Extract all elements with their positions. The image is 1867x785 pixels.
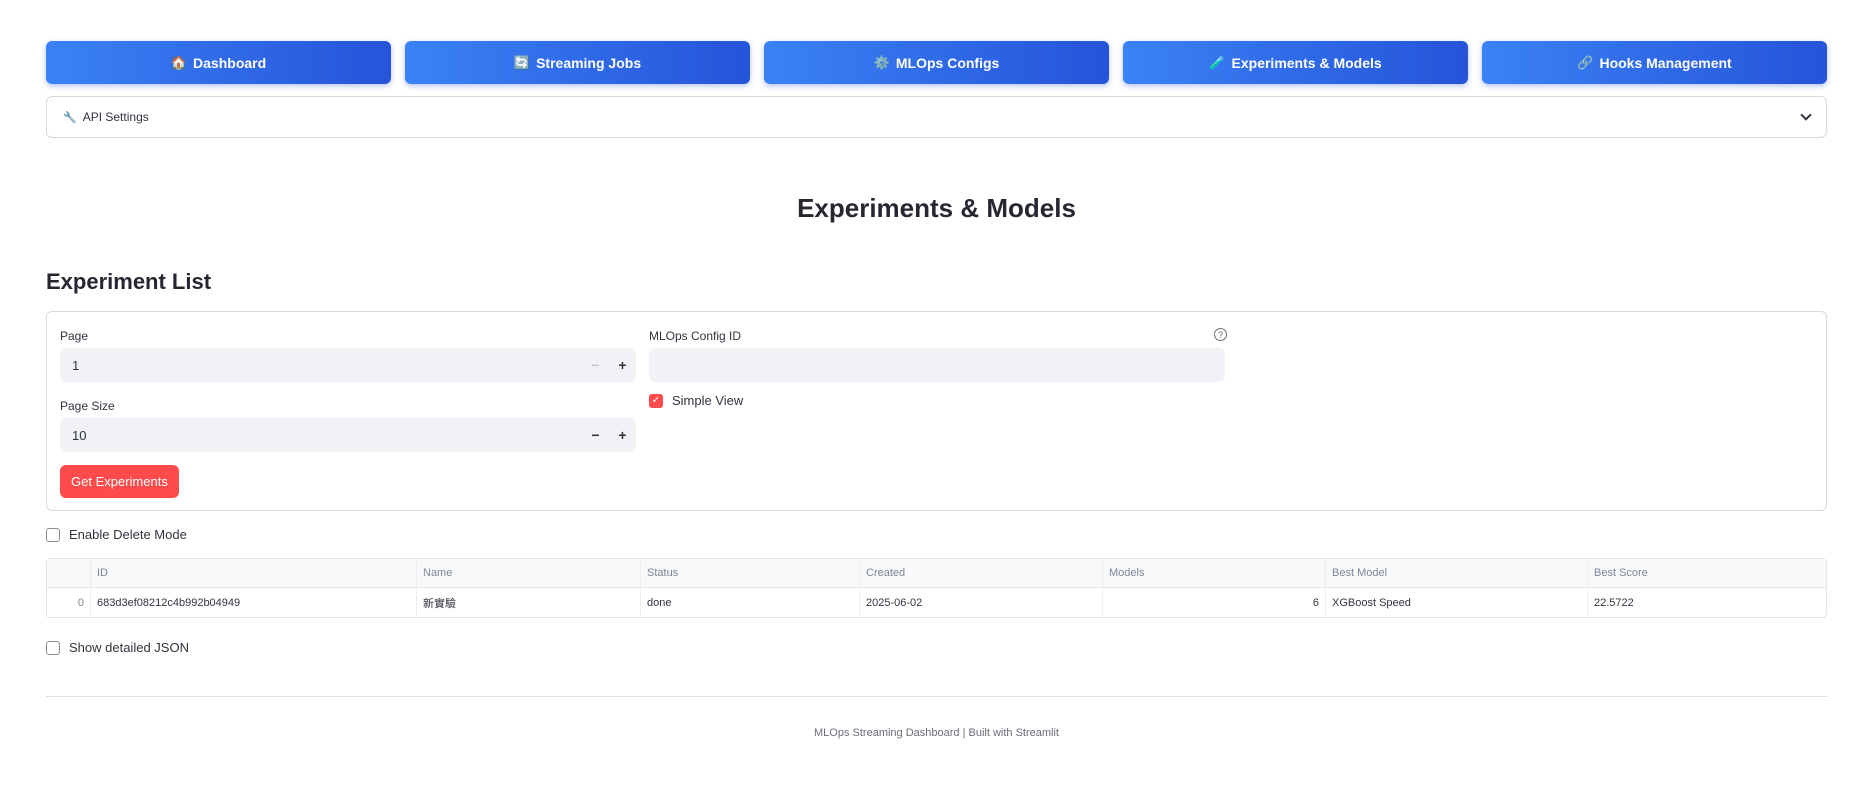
show-json-checkbox[interactable]: Show detailed JSON xyxy=(46,640,189,655)
delete-mode-label: Enable Delete Mode xyxy=(69,527,187,542)
page-size-decrement-button[interactable]: − xyxy=(582,418,609,452)
simple-view-label: Simple View xyxy=(672,393,744,408)
cell-models[interactable]: 6 xyxy=(1103,588,1326,617)
nav-experiments-models-button[interactable]: 🧪 Experiments & Models xyxy=(1123,41,1468,84)
link-icon: 🔗 xyxy=(1577,54,1594,70)
row-index: 0 xyxy=(47,588,91,617)
cell-best-model[interactable]: XGBoost Speed xyxy=(1326,588,1588,617)
cell-created[interactable]: 2025-06-02 xyxy=(860,588,1103,617)
column-header[interactable]: Best Score xyxy=(1588,559,1826,588)
nav-label: MLOps Configs xyxy=(895,54,1000,71)
column-header[interactable]: Status xyxy=(641,558,860,588)
page-size-label: Page Size xyxy=(60,399,115,413)
column-header[interactable]: Models xyxy=(1103,558,1326,588)
column-header[interactable]: Created xyxy=(860,558,1103,588)
cell-best-score[interactable]: 22.5722 xyxy=(1588,588,1826,617)
config-id-input[interactable] xyxy=(649,348,1225,382)
cell-status[interactable]: done xyxy=(641,588,860,617)
nav-hooks-management-button[interactable]: 🔗 Hooks Management xyxy=(1482,41,1827,84)
test-tube-icon: 🧪 xyxy=(1209,54,1226,70)
api-settings-label: API Settings xyxy=(82,110,149,124)
page-increment-button[interactable]: + xyxy=(609,348,636,382)
section-title: Experiment List xyxy=(46,269,212,294)
page-size-input[interactable]: 10 − + xyxy=(60,418,636,452)
cell-name[interactable]: 新實驗 xyxy=(417,588,641,617)
footer-text: MLOps Streaming Dashboard | Built with S… xyxy=(814,727,1059,739)
experiments-table: ID Name Status Created Models Best Model… xyxy=(46,558,1827,618)
page-decrement-button[interactable]: − xyxy=(582,348,609,382)
help-icon[interactable]: ? xyxy=(1214,328,1227,341)
refresh-icon: 🔄 xyxy=(513,54,531,70)
nav-dashboard-button[interactable]: 🏠 Dashboard xyxy=(46,41,391,84)
gear-icon: ⚙️ xyxy=(873,54,890,70)
column-header[interactable] xyxy=(47,558,91,588)
simple-view-checkbox[interactable]: ✓ Simple View xyxy=(649,393,743,408)
page-size-increment-button[interactable]: + xyxy=(609,418,636,452)
column-header[interactable]: Best Model xyxy=(1326,558,1588,588)
top-nav: 🏠 Dashboard 🔄 Streaming Jobs ⚙️ MLOps Co… xyxy=(46,41,1827,84)
api-settings-expander[interactable]: 🔧 API Settings xyxy=(46,96,1827,138)
delete-mode-checkbox[interactable]: Enable Delete Mode xyxy=(46,527,187,542)
column-header[interactable]: ID xyxy=(91,558,417,588)
cell-id[interactable]: 683d3ef08212c4b992b04949 xyxy=(91,588,417,617)
checkbox-box xyxy=(46,527,60,542)
nav-streaming-jobs-button[interactable]: 🔄 Streaming Jobs xyxy=(405,41,750,84)
page-size-value: 10 xyxy=(72,427,87,443)
nav-label: Hooks Management xyxy=(1599,54,1732,71)
config-id-label: MLOps Config ID xyxy=(649,329,742,343)
nav-label: Dashboard xyxy=(193,54,267,71)
divider xyxy=(46,696,1827,697)
table-row[interactable]: 0 683d3ef08212c4b992b04949 新實驗 done 2025… xyxy=(47,588,1826,617)
nav-label: Streaming Jobs xyxy=(536,54,642,71)
page-value: 1 xyxy=(72,357,80,373)
get-experiments-button[interactable]: Get Experiments xyxy=(60,465,179,498)
nav-mlops-configs-button[interactable]: ⚙️ MLOps Configs xyxy=(764,41,1109,84)
show-json-label: Show detailed JSON xyxy=(69,640,189,655)
nav-label: Experiments & Models xyxy=(1231,54,1382,71)
table-header: ID Name Status Created Models Best Model… xyxy=(47,558,1826,588)
wrench-icon: 🔧 xyxy=(63,111,77,124)
column-header[interactable]: Name xyxy=(417,558,641,588)
checkmark-icon: ✓ xyxy=(649,393,663,408)
experiment-filter-form: Page 1 − + Page Size 10 − + MLOps Config… xyxy=(46,311,1827,511)
chevron-down-icon xyxy=(1800,109,1812,121)
checkbox-box xyxy=(46,640,60,655)
page-label: Page xyxy=(60,329,89,343)
page-title: Experiments & Models xyxy=(797,193,1076,223)
house-icon: 🏠 xyxy=(170,54,188,70)
page-number-input[interactable]: 1 − + xyxy=(60,348,636,382)
